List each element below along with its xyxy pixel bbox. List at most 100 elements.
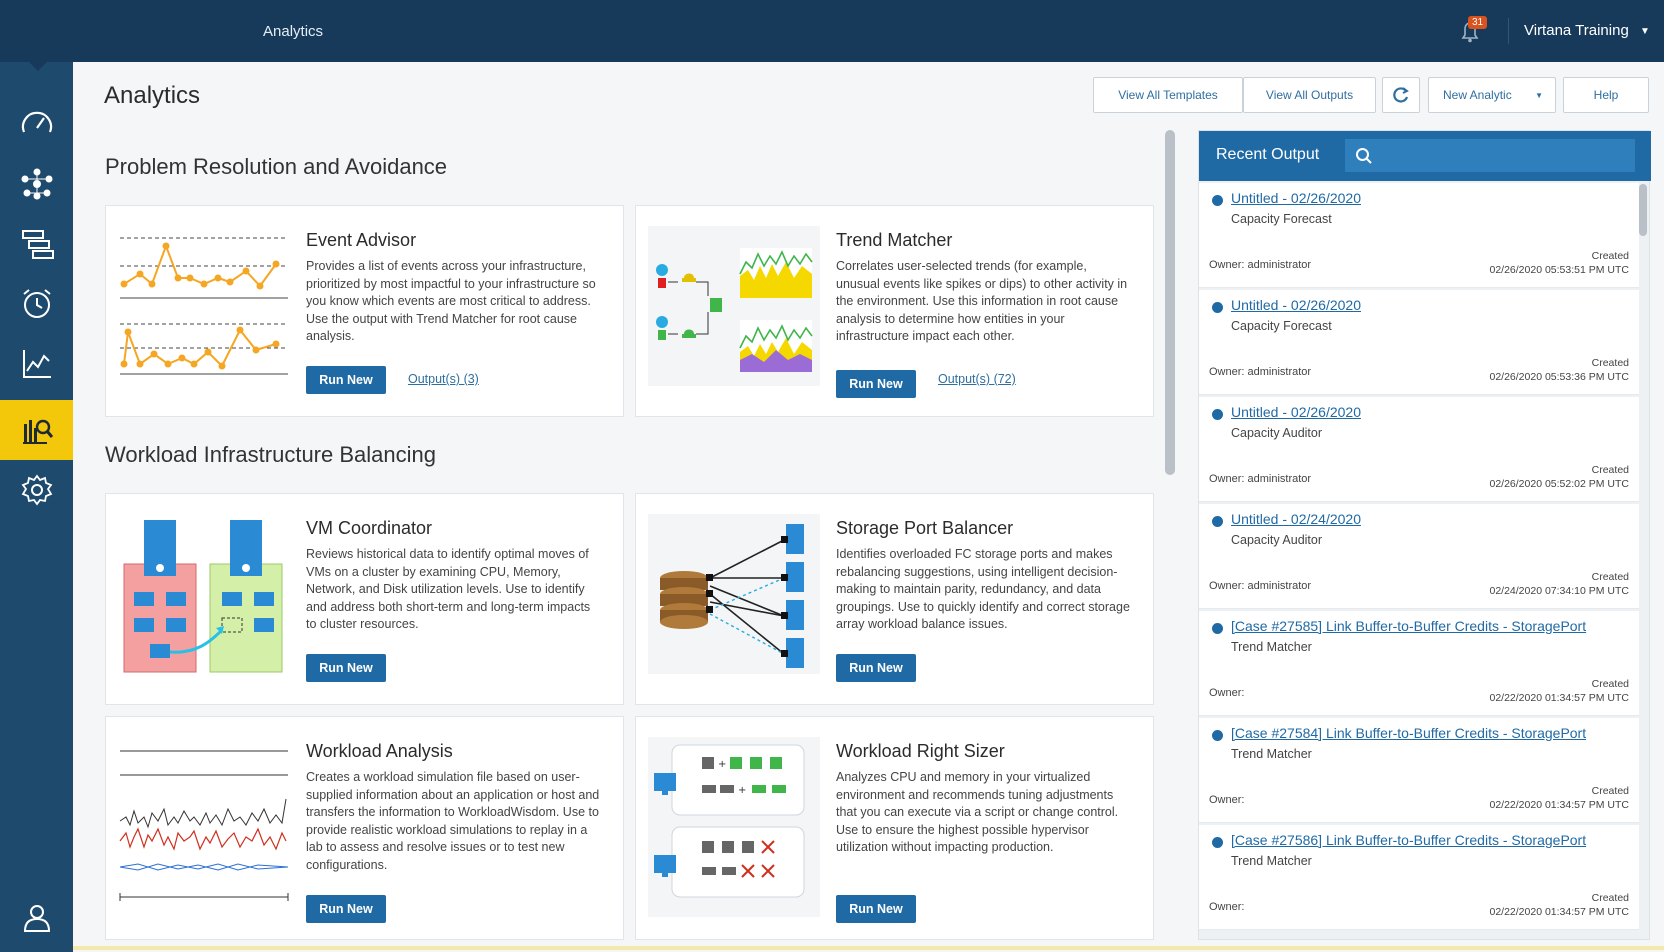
list-item[interactable]: Untitled - 02/26/2020 Capacity Forecast … (1199, 290, 1639, 395)
created-date: 02/26/2020 05:52:02 PM UTC (1489, 478, 1629, 490)
output-type: Trend Matcher (1231, 640, 1312, 654)
recent-output-scrollbar[interactable] (1639, 184, 1647, 236)
workload-right-sizer-thumbnail: + + (648, 737, 820, 917)
sidebar-item-topology[interactable] (0, 154, 73, 214)
gear-icon (21, 474, 52, 506)
created-date: 02/22/2020 01:34:57 PM UTC (1489, 799, 1629, 811)
card-description: Provides a list of events across your in… (306, 259, 596, 343)
card-title: Workload Analysis (306, 741, 453, 761)
chevron-down-icon[interactable]: ▼ (1640, 26, 1650, 37)
run-new-button[interactable]: Run New (306, 366, 386, 394)
list-item[interactable]: [Case #27586] Link Buffer-to-Buffer Cred… (1199, 825, 1639, 930)
output-owner: Owner: (1209, 901, 1245, 913)
created-date: 02/22/2020 01:34:57 PM UTC (1489, 692, 1629, 704)
section-title-workload-balancing: Workload Infrastructure Balancing (105, 442, 436, 467)
card-title: Storage Port Balancer (836, 518, 1014, 538)
sidebar-notch (29, 62, 47, 71)
recent-output-search[interactable] (1345, 139, 1635, 172)
run-new-button[interactable]: Run New (836, 895, 916, 923)
chevron-down-icon: ▼ (1535, 90, 1543, 100)
output-type: Capacity Auditor (1231, 426, 1323, 440)
view-all-templates-button[interactable]: View All Templates (1093, 77, 1243, 113)
card-title: VM Coordinator (306, 518, 433, 538)
card-title: Event Advisor (306, 230, 417, 250)
list-item[interactable]: Untitled - 02/24/2020 Capacity Auditor O… (1199, 504, 1639, 609)
content-scrollbar[interactable] (1165, 130, 1175, 475)
list-item[interactable]: [Case #27584] Link Buffer-to-Buffer Cred… (1199, 718, 1639, 823)
app-title: Analytics (263, 23, 324, 40)
run-new-button[interactable]: Run New (306, 895, 386, 923)
user-menu[interactable]: Virtana Training (1524, 22, 1629, 39)
sidebar-item-dashboard[interactable] (0, 94, 73, 154)
outputs-link[interactable]: Output(s) (72) (938, 372, 1016, 386)
analytics-icon (22, 419, 53, 444)
output-link[interactable]: [Case #27584] Link Buffer-to-Buffer Cred… (1231, 725, 1635, 741)
workload-analysis-thumbnail (119, 750, 289, 901)
list-item[interactable]: Untitled - 02/26/2020 Capacity Auditor O… (1199, 397, 1639, 502)
topbar-divider (1508, 18, 1509, 44)
output-link[interactable]: [Case #27586] Link Buffer-to-Buffer Cred… (1231, 832, 1635, 848)
sidebar-item-user[interactable] (0, 888, 73, 948)
run-new-button[interactable]: Run New (306, 654, 386, 682)
created-label: Created (1591, 892, 1629, 904)
status-dot (1212, 409, 1223, 420)
outputs-link[interactable]: Output(s) (3) (408, 372, 479, 386)
search-icon (1356, 148, 1372, 164)
output-link[interactable]: [Case #27585] Link Buffer-to-Buffer Cred… (1231, 618, 1635, 634)
new-analytic-dropdown[interactable]: New Analytic ▼ (1428, 77, 1556, 113)
bottom-border (73, 946, 1664, 950)
view-all-outputs-button[interactable]: View All Outputs (1243, 77, 1376, 113)
output-type: Capacity Auditor (1231, 533, 1323, 547)
refresh-icon (1393, 87, 1409, 103)
workload-analysis-card: Workload Analysis Creates a workload sim… (105, 716, 624, 940)
output-link[interactable]: Untitled - 02/26/2020 (1231, 190, 1635, 206)
sidebar-item-trends[interactable] (0, 334, 73, 394)
sidebar-item-settings[interactable] (0, 460, 73, 520)
created-label: Created (1591, 464, 1629, 476)
status-dot (1212, 837, 1223, 848)
sidebar-item-hierarchy[interactable] (0, 214, 73, 274)
svg-text:+: + (738, 785, 746, 796)
speedometer-icon (21, 111, 52, 133)
storage-port-balancer-card: Storage Port Balancer Identifies overloa… (635, 493, 1154, 705)
sidebar (0, 62, 73, 952)
notification-badge: 31 (1468, 16, 1488, 29)
vm-coordinator-thumbnail (123, 520, 283, 673)
trend-matcher-thumbnail (648, 226, 820, 386)
created-date: 02/22/2020 01:34:57 PM UTC (1489, 906, 1629, 918)
recent-output-panel: Recent Output Untitled - 02/26/2020 Capa… (1198, 130, 1651, 940)
run-new-button[interactable]: Run New (836, 654, 916, 682)
storage-port-balancer-thumbnail (648, 514, 820, 674)
sidebar-item-alarms[interactable] (0, 274, 73, 334)
run-new-button[interactable]: Run New (836, 370, 916, 398)
sidebar-item-analytics[interactable] (0, 400, 73, 460)
output-link[interactable]: Untitled - 02/26/2020 (1231, 297, 1635, 313)
output-owner: Owner: administrator (1209, 580, 1312, 592)
event-advisor-thumbnail (120, 237, 288, 375)
created-label: Created (1591, 785, 1629, 797)
output-owner: Owner: (1209, 687, 1245, 699)
card-description: Analyzes CPU and memory in your virtuali… (836, 770, 1119, 854)
list-item[interactable]: Untitled - 02/26/2020 Capacity Forecast … (1199, 183, 1639, 288)
refresh-button[interactable] (1382, 77, 1420, 113)
status-dot (1212, 730, 1223, 741)
output-type: Trend Matcher (1231, 747, 1312, 761)
vm-coordinator-card: VM Coordinator Reviews historical data t… (105, 493, 624, 705)
output-link[interactable]: Untitled - 02/26/2020 (1231, 404, 1635, 420)
card-title: Workload Right Sizer (836, 741, 1005, 761)
list-item[interactable]: [Case #27585] Link Buffer-to-Buffer Cred… (1199, 611, 1639, 716)
card-description: Correlates user-selected trends (for exa… (836, 259, 1128, 343)
status-dot (1212, 516, 1223, 527)
help-button[interactable]: Help (1563, 77, 1649, 113)
recent-output-header: Recent Output (1199, 131, 1651, 181)
status-dot (1212, 195, 1223, 206)
status-dot (1212, 623, 1223, 634)
output-link[interactable]: Untitled - 02/24/2020 (1231, 511, 1635, 527)
card-description: Identifies overloaded FC storage ports a… (836, 547, 1130, 631)
section-title-problem-resolution: Problem Resolution and Avoidance (105, 154, 448, 179)
created-date: 02/24/2020 07:34:10 PM UTC (1489, 585, 1629, 597)
created-date: 02/26/2020 05:53:51 PM UTC (1489, 264, 1629, 276)
output-owner: Owner: administrator (1209, 259, 1312, 271)
new-analytic-label: New Analytic (1443, 88, 1512, 102)
output-owner: Owner: (1209, 794, 1245, 806)
